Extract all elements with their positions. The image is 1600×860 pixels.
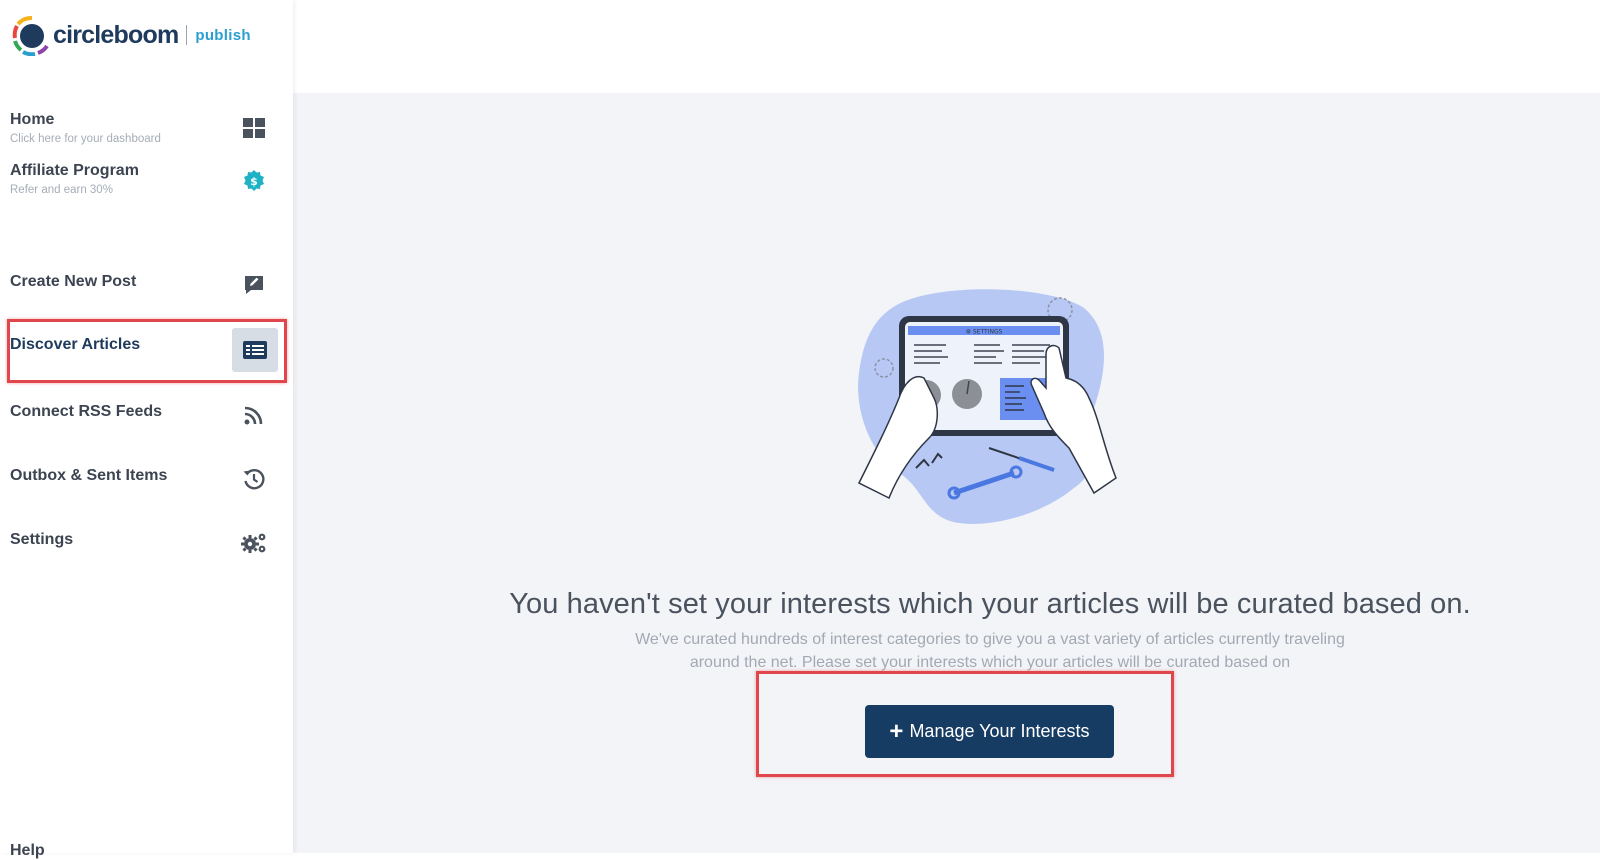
sidebar-help-link[interactable]: Help <box>10 842 45 860</box>
articles-icon-box <box>232 328 278 372</box>
sidebar-item-sublabel: Refer and earn 30% <box>10 184 113 196</box>
manage-interests-button[interactable]: + Manage Your Interests <box>865 705 1114 758</box>
manage-interests-label: Manage Your Interests <box>909 721 1090 741</box>
sidebar-item-label: Affiliate Program <box>10 162 139 179</box>
brand-product: publish <box>195 26 251 44</box>
sidebar-item-rss-feeds[interactable]: Connect RSS Feeds <box>0 396 293 436</box>
sidebar-item-label: Connect RSS Feeds <box>10 403 163 420</box>
brand-logo[interactable]: circleboom publish <box>12 14 251 56</box>
circleboom-logo-icon <box>12 16 49 56</box>
sidebar-item-home[interactable]: Home Click here for your dashboard <box>0 108 293 150</box>
history-icon <box>243 468 265 490</box>
rss-icon <box>244 405 264 425</box>
brand-divider <box>186 25 188 45</box>
sidebar-item-label: Settings <box>10 531 74 548</box>
sidebar-item-label: Outbox & Sent Items <box>10 467 168 484</box>
sidebar-item-label: Create New Post <box>10 273 137 290</box>
gears-icon <box>241 531 267 555</box>
sidebar-item-outbox[interactable]: Outbox & Sent Items <box>0 460 293 500</box>
svg-text:⚙ SETTINGS: ⚙ SETTINGS <box>966 329 1003 336</box>
dollar-badge-icon: $ <box>243 170 265 192</box>
sidebar-item-affiliate[interactable]: Affiliate Program Refer and earn 30% $ <box>0 160 293 202</box>
sidebar: circleboom publish Home Click here for y… <box>0 0 293 859</box>
description-line-1: We've curated hundreds of interest categ… <box>635 631 1345 648</box>
articles-icon <box>243 341 267 359</box>
sidebar-item-label: Discover Articles <box>10 336 141 353</box>
main-content: ⚙ SETTINGS You haven't set your interest… <box>293 93 1600 853</box>
tablet-settings-illustration: ⚙ SETTINGS <box>857 289 1117 524</box>
sidebar-item-label: Home <box>10 111 55 128</box>
svg-text:$: $ <box>250 175 258 188</box>
sidebar-item-create-post[interactable]: Create New Post <box>0 266 293 306</box>
sidebar-item-settings[interactable]: Settings <box>0 523 293 563</box>
sidebar-item-sublabel: Click here for your dashboard <box>10 133 161 145</box>
description-line-2: around the net. Please set your interest… <box>689 654 1291 671</box>
plus-icon: + <box>889 717 904 745</box>
edit-post-icon <box>243 274 265 296</box>
empty-state-description: We've curated hundreds of interest categ… <box>293 628 1600 674</box>
dashboard-grid-icon <box>243 118 265 138</box>
brand-name: circleboom <box>53 20 179 49</box>
empty-state-headline: You haven't set your interests which you… <box>509 588 1471 620</box>
top-bar <box>293 0 1600 93</box>
sidebar-item-discover-articles[interactable]: Discover Articles <box>0 320 293 378</box>
